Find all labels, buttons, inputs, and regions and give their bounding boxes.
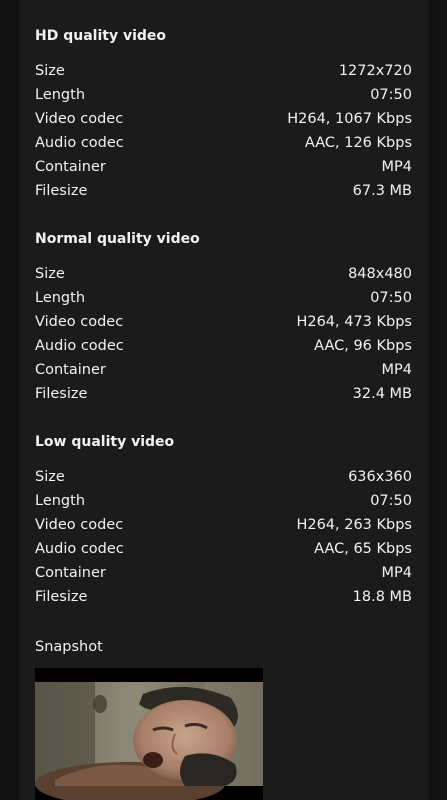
spec-value: 848x480 — [348, 266, 412, 282]
snapshot-label: Snapshot — [35, 639, 103, 655]
spec-row-length: Length 07:50 — [35, 489, 412, 513]
spec-value: AAC, 96 Kbps — [314, 338, 412, 354]
section-title: Low quality video — [35, 434, 175, 450]
spec-value: MP4 — [381, 565, 412, 581]
spec-value: 07:50 — [370, 493, 412, 509]
spec-label: Size — [35, 469, 65, 485]
spec-value: 1272x720 — [338, 63, 412, 79]
spec-label: Audio codec — [35, 135, 124, 151]
spec-label: Video codec — [35, 314, 124, 330]
hd-quality-section: HD quality video Size 1272x720 Length 07… — [35, 26, 412, 203]
spec-row-container: Container MP4 — [35, 358, 412, 382]
spec-row-container: Container MP4 — [35, 561, 412, 585]
spec-row-video-codec: Video codec H264, 263 Kbps — [35, 513, 412, 537]
spec-label: Length — [35, 290, 86, 306]
spec-label: Filesize — [35, 589, 88, 605]
spec-value: H264, 263 Kbps — [296, 517, 412, 533]
spec-row-audio-codec: Audio codec AAC, 126 Kbps — [35, 131, 412, 155]
spec-label: Audio codec — [35, 338, 124, 354]
spec-value: H264, 473 Kbps — [296, 314, 412, 330]
spec-label: Container — [35, 565, 106, 581]
spec-value: 67.3 MB — [352, 183, 412, 199]
spec-value: 32.4 MB — [352, 386, 412, 402]
spec-label: Size — [35, 266, 65, 282]
spec-row-length: Length 07:50 — [35, 83, 412, 107]
snapshot-frame — [35, 668, 263, 800]
spec-label: Length — [35, 87, 86, 103]
spec-row-audio-codec: Audio codec AAC, 65 Kbps — [35, 537, 412, 561]
spec-label: Video codec — [35, 111, 124, 127]
spec-value: 18.8 MB — [352, 589, 412, 605]
spec-value: MP4 — [381, 362, 412, 378]
spec-label: Size — [35, 63, 65, 79]
spec-row-length: Length 07:50 — [35, 286, 412, 310]
spec-row-audio-codec: Audio codec AAC, 96 Kbps — [35, 334, 412, 358]
spec-row-size: Size 1272x720 — [35, 59, 412, 83]
spec-label: Filesize — [35, 386, 88, 402]
spec-label: Video codec — [35, 517, 124, 533]
spec-row-size: Size 848x480 — [35, 262, 412, 286]
spec-label: Filesize — [35, 183, 88, 199]
spec-row-filesize: Filesize 67.3 MB — [35, 179, 412, 203]
spec-label: Container — [35, 362, 106, 378]
spec-value: H264, 1067 Kbps — [287, 111, 412, 127]
spec-label: Container — [35, 159, 106, 175]
spec-value: MP4 — [381, 159, 412, 175]
snapshot-image[interactable] — [35, 668, 263, 800]
spec-row-size: Size 636x360 — [35, 465, 412, 489]
spec-row-video-codec: Video codec H264, 1067 Kbps — [35, 107, 412, 131]
section-title: Normal quality video — [35, 231, 200, 247]
spec-value: 07:50 — [370, 87, 412, 103]
spec-value: AAC, 65 Kbps — [314, 541, 412, 557]
spec-row-video-codec: Video codec H264, 473 Kbps — [35, 310, 412, 334]
spec-value: 636x360 — [348, 469, 412, 485]
spec-label: Length — [35, 493, 86, 509]
spec-label: Audio codec — [35, 541, 124, 557]
low-quality-section: Low quality video Size 636x360 Length 07… — [35, 432, 412, 609]
spec-value: AAC, 126 Kbps — [304, 135, 412, 151]
normal-quality-section: Normal quality video Size 848x480 Length… — [35, 229, 412, 406]
section-title: HD quality video — [35, 28, 166, 44]
page: HD quality video Size 1272x720 Length 07… — [0, 0, 447, 800]
spec-value: 07:50 — [370, 290, 412, 306]
spec-row-container: Container MP4 — [35, 155, 412, 179]
spec-row-filesize: Filesize 32.4 MB — [35, 382, 412, 406]
spec-row-filesize: Filesize 18.8 MB — [35, 585, 412, 609]
